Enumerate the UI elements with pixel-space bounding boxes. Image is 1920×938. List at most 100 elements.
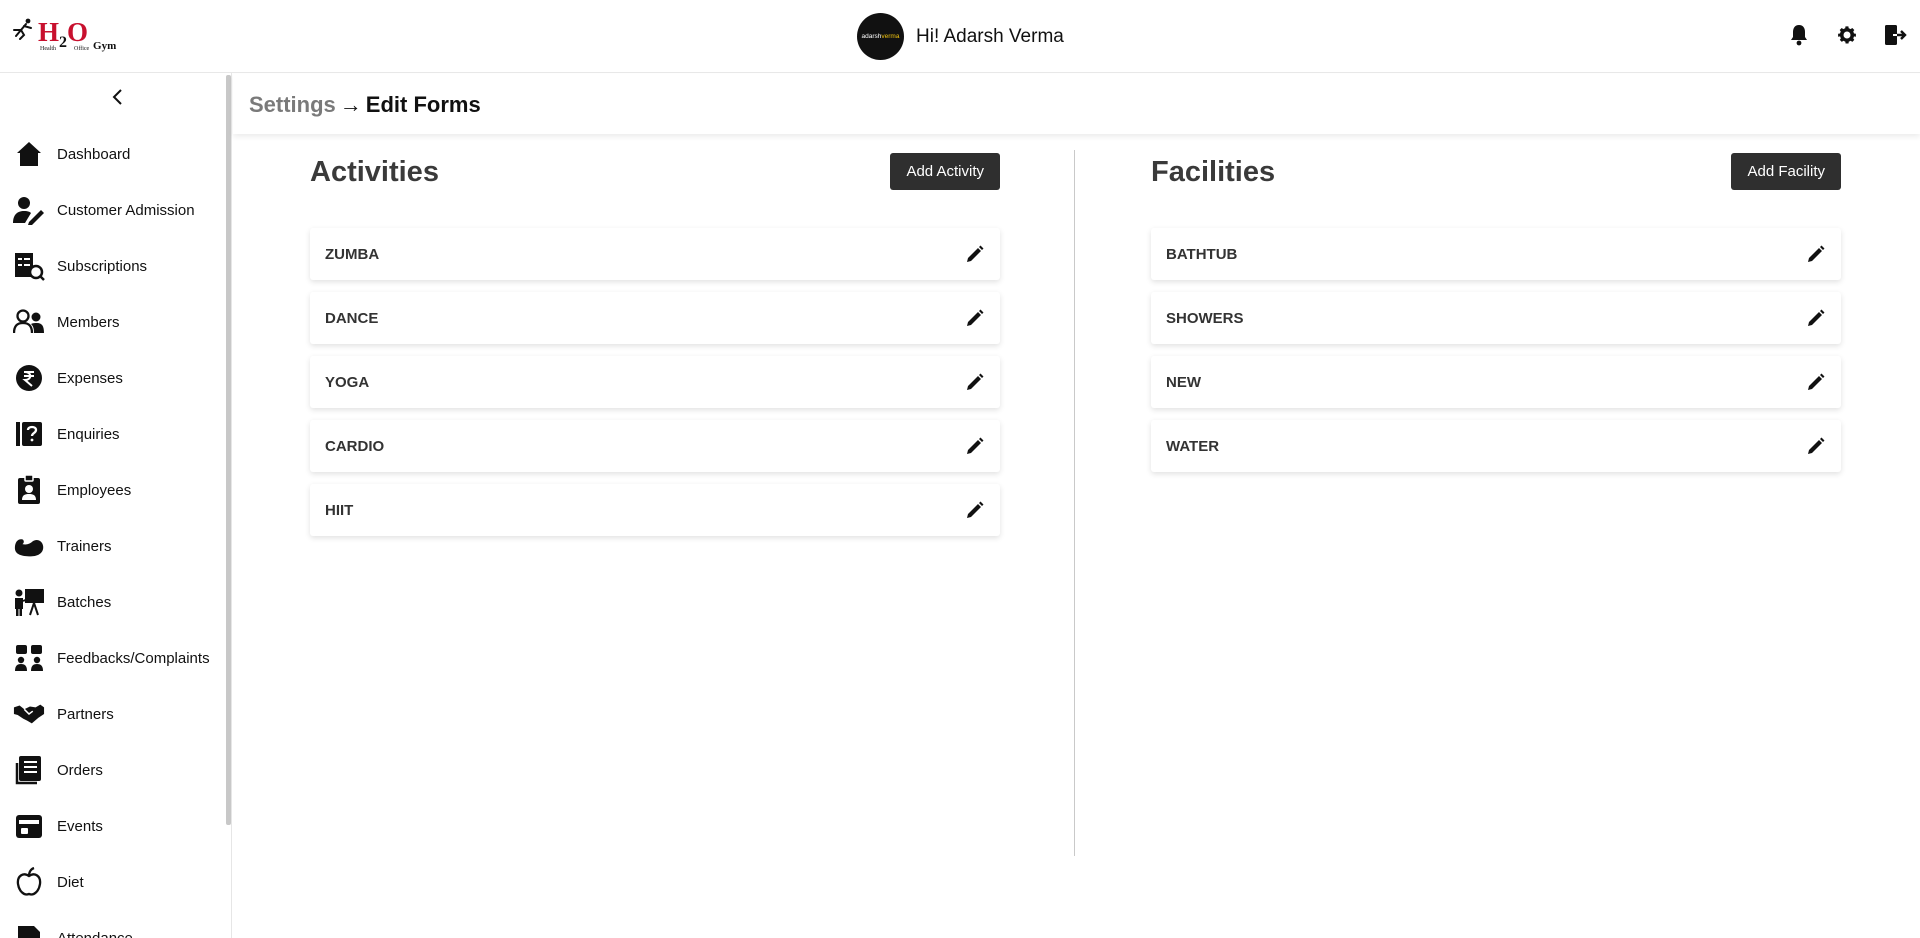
activity-name: DANCE <box>325 309 379 327</box>
rupee-icon <box>13 362 45 394</box>
column-divider <box>1074 150 1075 856</box>
feedback-icon <box>13 642 45 674</box>
avatar-text: adarsh <box>861 33 882 40</box>
list-item: NEW <box>1151 356 1841 408</box>
sidebar-item-subscriptions[interactable]: Subscriptions <box>0 238 226 294</box>
sidebar-item-employees[interactable]: Employees <box>0 462 226 518</box>
subscription-icon <box>13 250 45 282</box>
breadcrumb: Settings → Edit Forms <box>249 92 481 118</box>
list-item: SHOWERS <box>1151 292 1841 344</box>
brand-logo[interactable]: H 2 O Gym Health Office <box>10 18 116 58</box>
list-item: ZUMBA <box>310 228 1000 280</box>
muscle-icon <box>13 530 45 562</box>
sidebar-item-label: Customer Admission <box>57 201 195 219</box>
brand-h: H <box>38 17 60 47</box>
members-icon <box>13 306 45 338</box>
activity-name: YOGA <box>325 373 370 391</box>
sidebar-item-label: Members <box>57 313 120 331</box>
sidebar: Dashboard Customer Admission Subscriptio… <box>0 73 232 938</box>
brand-subtitle: Health Office <box>40 46 107 52</box>
sidebar-item-customer-admission[interactable]: Customer Admission <box>0 182 226 238</box>
sidebar-item-label: Feedbacks/Complaints <box>57 649 210 667</box>
avatar[interactable]: adarsh verma <box>857 13 904 60</box>
sidebar-item-label: Events <box>57 817 103 835</box>
orders-icon <box>13 754 45 786</box>
sidebar-item-label: Orders <box>57 761 103 779</box>
pencil-icon[interactable] <box>1805 435 1827 457</box>
pencil-icon[interactable] <box>964 243 986 265</box>
add-activity-button[interactable]: Add Activity <box>890 153 1000 190</box>
add-facility-button[interactable]: Add Facility <box>1731 153 1841 190</box>
calendar-icon <box>13 810 45 842</box>
activities-list: ZUMBA DANCE YOGA CARDIO HIIT <box>310 228 1000 548</box>
sidebar-item-label: Expenses <box>57 369 123 387</box>
logout-icon[interactable] <box>1882 22 1908 48</box>
pencil-icon[interactable] <box>964 371 986 393</box>
gear-icon[interactable] <box>1834 22 1860 48</box>
presenter-icon <box>13 586 45 618</box>
facilities-panel: Facilities Add Facility BATHTUB SHOWERS … <box>1151 150 1841 472</box>
activity-name: ZUMBA <box>325 245 380 263</box>
pencil-icon[interactable] <box>964 307 986 329</box>
breadcrumb-separator: → <box>339 92 362 117</box>
sidebar-item-label: Enquiries <box>57 425 120 443</box>
list-item: HIIT <box>310 484 1000 536</box>
top-header: H 2 O Gym Health Office adarsh verma Hi! A… <box>0 0 1920 73</box>
runner-icon <box>13 18 32 40</box>
sidebar-item-members[interactable]: Members <box>0 294 226 350</box>
sidebar-item-label: Diet <box>57 873 84 891</box>
list-item: WATER <box>1151 420 1841 472</box>
sidebar-item-trainers[interactable]: Trainers <box>0 518 226 574</box>
pencil-icon[interactable] <box>964 435 986 457</box>
sidebar-item-attendance[interactable]: Attendance <box>0 910 226 938</box>
activities-panel: Activities Add Activity ZUMBA DANCE YOGA… <box>310 150 1000 536</box>
attendance-icon <box>13 922 45 938</box>
sidebar-item-expenses[interactable]: Expenses <box>0 350 226 406</box>
facility-name: BATHTUB <box>1166 245 1238 263</box>
sidebar-item-enquiries[interactable]: Enquiries <box>0 406 226 462</box>
avatar-text-accent: verma <box>881 33 900 40</box>
pencil-icon[interactable] <box>964 499 986 521</box>
sidebar-item-events[interactable]: Events <box>0 798 226 854</box>
sidebar-item-feedbacks[interactable]: Feedbacks/Complaints <box>0 630 226 686</box>
sidebar-item-orders[interactable]: Orders <box>0 742 226 798</box>
list-item: CARDIO <box>310 420 1000 472</box>
sidebar-item-batches[interactable]: Batches <box>0 574 226 630</box>
list-item: BATHTUB <box>1151 228 1841 280</box>
apple-icon <box>13 866 45 898</box>
sidebar-item-dashboard[interactable]: Dashboard <box>0 126 226 182</box>
sidebar-nav: Dashboard Customer Admission Subscriptio… <box>0 126 226 938</box>
page-title: Edit Forms <box>365 92 481 117</box>
sidebar-item-label: Employees <box>57 481 132 499</box>
pencil-icon[interactable] <box>1805 307 1827 329</box>
sidebar-scrollbar[interactable] <box>226 75 231 825</box>
sidebar-item-label: Partners <box>57 705 114 723</box>
badge-icon <box>13 474 45 506</box>
sidebar-item-partners[interactable]: Partners <box>0 686 226 742</box>
handshake-icon <box>13 698 45 730</box>
sidebar-item-label: Subscriptions <box>57 257 148 275</box>
list-item: DANCE <box>310 292 1000 344</box>
home-icon <box>13 138 45 170</box>
brand-sub-office: Office <box>74 46 90 52</box>
activity-name: CARDIO <box>325 437 385 455</box>
facility-name: NEW <box>1166 373 1201 391</box>
bell-icon[interactable] <box>1786 22 1812 48</box>
sidebar-item-label: Batches <box>57 593 112 611</box>
greeting: Hi! Adarsh Verma <box>916 25 1064 47</box>
sidebar-item-diet[interactable]: Diet <box>0 854 226 910</box>
user-edit-icon <box>13 194 45 226</box>
enquiry-icon <box>13 418 45 450</box>
pencil-icon[interactable] <box>1805 371 1827 393</box>
breadcrumb-bar: Settings → Edit Forms <box>233 74 1920 134</box>
sidebar-item-label: Trainers <box>57 537 112 555</box>
breadcrumb-settings-link[interactable]: Settings <box>249 92 336 117</box>
sidebar-item-label: Dashboard <box>57 145 131 163</box>
list-item: YOGA <box>310 356 1000 408</box>
user-profile[interactable]: adarsh verma Hi! Adarsh Verma <box>857 13 1064 60</box>
facility-name: SHOWERS <box>1166 309 1244 327</box>
brand-o: O <box>67 17 89 47</box>
sidebar-item-label: Attendance <box>57 929 133 938</box>
chevron-left-icon[interactable] <box>108 87 128 107</box>
pencil-icon[interactable] <box>1805 243 1827 265</box>
